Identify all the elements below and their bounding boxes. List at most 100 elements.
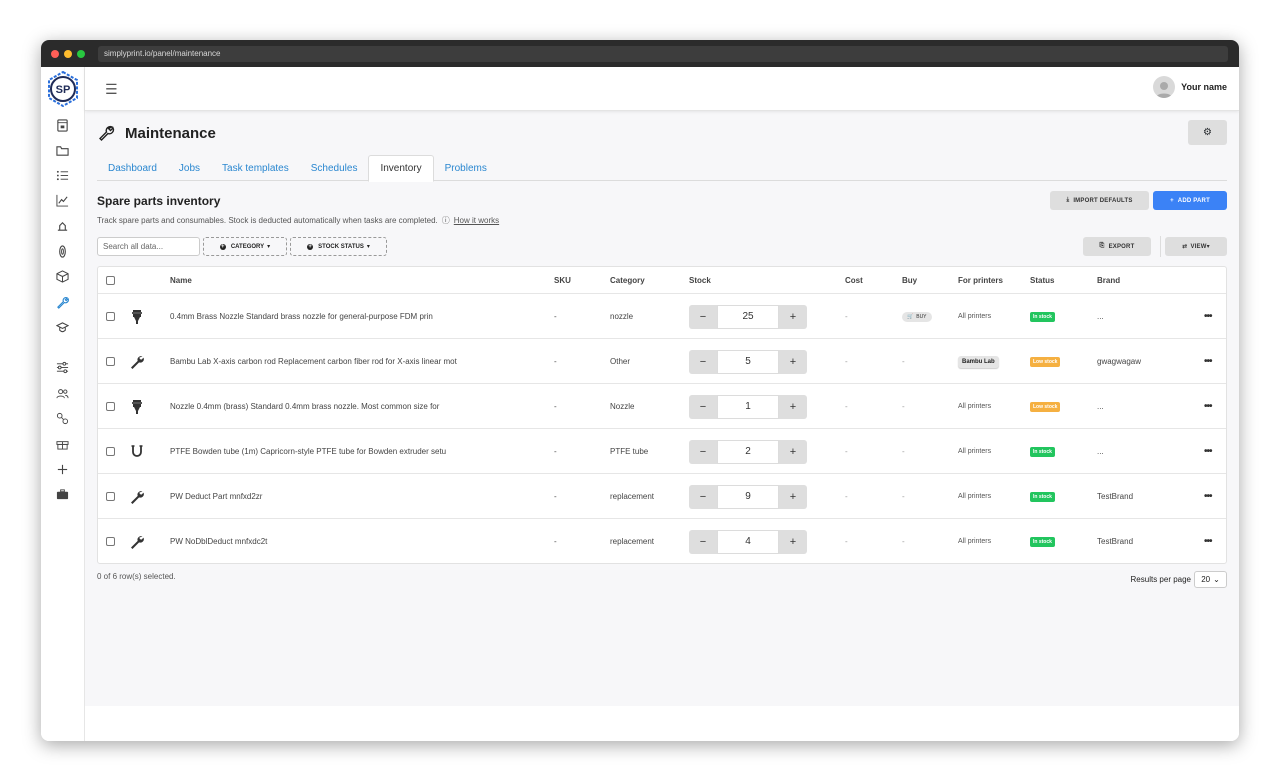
increment-stock-button[interactable]: + <box>779 484 807 509</box>
minimize-window-button[interactable] <box>64 49 72 58</box>
briefcase-icon[interactable] <box>53 485 71 503</box>
decrement-stock-button[interactable]: − <box>689 529 717 554</box>
decrement-stock-button[interactable]: − <box>689 439 717 464</box>
stock-input[interactable]: 9 <box>717 484 779 509</box>
part-name[interactable]: PW Deduct Part mnfxd2zr <box>170 474 262 519</box>
settings-button[interactable]: ⚙ <box>1188 120 1227 145</box>
row-actions-icon[interactable]: ••• <box>1204 474 1212 519</box>
sliders-icon[interactable] <box>53 358 71 376</box>
stock-input[interactable]: 5 <box>717 349 779 374</box>
export-button[interactable]: ⎘ EXPORT <box>1083 237 1151 256</box>
stock-input[interactable]: 25 <box>717 304 779 329</box>
add-part-button[interactable]: + ADD PART <box>1153 191 1227 210</box>
search-input[interactable]: Search all data... <box>97 237 200 256</box>
row-checkbox[interactable] <box>106 537 115 546</box>
gift-icon[interactable] <box>53 434 71 452</box>
folder-icon[interactable] <box>53 141 71 159</box>
increment-stock-button[interactable]: + <box>779 439 807 464</box>
table-row[interactable]: PW NoDblDeduct mnfxdc2t - replacement − … <box>98 518 1226 563</box>
column-header-category[interactable]: Category <box>610 267 645 293</box>
column-header-name[interactable]: Name <box>170 267 192 293</box>
row-actions-icon[interactable]: ••• <box>1204 339 1212 384</box>
buy-button[interactable]: 🛒 BUY <box>902 311 932 322</box>
table-row[interactable]: 0.4mm Brass Nozzle Standard brass nozzle… <box>98 293 1226 338</box>
education-icon[interactable] <box>53 318 71 336</box>
plus-icon[interactable] <box>53 460 71 478</box>
stock-input[interactable]: 4 <box>717 529 779 554</box>
maximize-window-button[interactable] <box>77 49 85 58</box>
integrations-icon[interactable] <box>53 409 71 427</box>
decrement-stock-button[interactable]: − <box>689 349 717 374</box>
increment-stock-button[interactable]: + <box>779 529 807 554</box>
decrement-stock-button[interactable]: − <box>689 394 717 419</box>
column-header-status[interactable]: Status <box>1030 267 1054 293</box>
tab-inventory[interactable]: Inventory <box>368 155 434 182</box>
row-actions-icon[interactable]: ••• <box>1204 429 1212 474</box>
tab-schedules[interactable]: Schedules <box>300 155 369 181</box>
tab-jobs[interactable]: Jobs <box>168 155 211 181</box>
stock-status-filter-label: STOCK STATUS <box>318 243 364 250</box>
category-filter[interactable]: + CATEGORY ▾ <box>203 237 287 256</box>
printers-icon[interactable] <box>53 116 71 134</box>
stock-input[interactable]: 1 <box>717 394 779 419</box>
tab-problems[interactable]: Problems <box>434 155 498 181</box>
maintenance-wrench-icon[interactable] <box>53 293 71 311</box>
chevron-down-icon: ⌄ <box>1213 575 1220 584</box>
user-menu[interactable]: Your name <box>1153 76 1227 98</box>
pagination-controls: Results per page 20 ⌄ <box>1131 571 1227 588</box>
table-row[interactable]: Bambu Lab X-axis carbon rod Replacement … <box>98 338 1226 383</box>
select-all-checkbox[interactable] <box>106 275 115 285</box>
view-button[interactable]: ⇄ VIEW ▾ <box>1165 237 1227 256</box>
row-checkbox[interactable] <box>106 312 115 321</box>
selection-count: 0 of 6 row(s) selected. <box>97 572 176 581</box>
row-actions-icon[interactable]: ••• <box>1204 384 1212 429</box>
simplyprint-logo[interactable]: SP <box>45 70 81 108</box>
queue-list-icon[interactable] <box>53 166 71 184</box>
table-row[interactable]: PW Deduct Part mnfxd2zr - replacement − … <box>98 473 1226 518</box>
close-window-button[interactable] <box>51 49 59 58</box>
row-checkbox[interactable] <box>106 357 115 366</box>
column-header-stock[interactable]: Stock <box>689 267 711 293</box>
row-checkbox[interactable] <box>106 492 115 501</box>
cube-icon[interactable] <box>53 267 71 285</box>
part-name[interactable]: Nozzle 0.4mm (brass) Standard 0.4mm bras… <box>170 384 439 429</box>
decrement-stock-button[interactable]: − <box>689 484 717 509</box>
tab-task-templates[interactable]: Task templates <box>211 155 300 181</box>
results-per-page-select[interactable]: 20 ⌄ <box>1194 571 1227 588</box>
row-actions-icon[interactable]: ••• <box>1204 519 1212 564</box>
menu-toggle-icon[interactable]: ☰ <box>105 81 118 98</box>
part-name[interactable]: 0.4mm Brass Nozzle Standard brass nozzle… <box>170 294 433 339</box>
part-name[interactable]: Bambu Lab X-axis carbon rod Replacement … <box>170 339 457 384</box>
table-row[interactable]: PTFE Bowden tube (1m) Capricorn-style PT… <box>98 428 1226 473</box>
column-header-sku[interactable]: SKU <box>554 267 571 293</box>
row-checkbox[interactable] <box>106 402 115 411</box>
status-badge: In stock <box>1030 311 1055 322</box>
decrement-stock-button[interactable]: − <box>689 304 717 329</box>
column-header-brand[interactable]: Brand <box>1097 267 1120 293</box>
increment-stock-button[interactable]: + <box>779 394 807 419</box>
row-actions-icon[interactable]: ••• <box>1204 294 1212 339</box>
import-defaults-button[interactable]: ⤓ IMPORT DEFAULTS <box>1050 191 1149 210</box>
part-name[interactable]: PW NoDblDeduct mnfxdc2t <box>170 519 267 564</box>
inventory-table: Name SKU Category Stock Cost Buy For pri… <box>97 266 1227 564</box>
stock-input[interactable]: 2 <box>717 439 779 464</box>
how-it-works-link[interactable]: How it works <box>454 216 499 225</box>
filament-icon[interactable] <box>53 242 71 260</box>
table-row[interactable]: Nozzle 0.4mm (brass) Standard 0.4mm bras… <box>98 383 1226 428</box>
row-checkbox[interactable] <box>106 447 115 456</box>
part-category: replacement <box>610 492 655 501</box>
column-header-buy[interactable]: Buy <box>902 267 917 293</box>
part-name[interactable]: PTFE Bowden tube (1m) Capricorn-style PT… <box>170 429 446 474</box>
status-cell: In stock <box>1030 519 1055 564</box>
increment-stock-button[interactable]: + <box>779 304 807 329</box>
users-icon[interactable] <box>53 384 71 402</box>
address-bar[interactable]: simplyprint.io/panel/maintenance <box>98 45 1228 62</box>
column-header-for-printers[interactable]: For printers <box>958 267 1003 293</box>
stock-status-filter[interactable]: + STOCK STATUS ▾ <box>290 237 387 256</box>
farm-icon[interactable] <box>53 217 71 235</box>
for-printers-cell: Bambu Lab <box>958 339 999 384</box>
statistics-icon[interactable] <box>53 191 71 209</box>
increment-stock-button[interactable]: + <box>779 349 807 374</box>
tab-dashboard[interactable]: Dashboard <box>97 155 168 181</box>
column-header-cost[interactable]: Cost <box>845 267 863 293</box>
